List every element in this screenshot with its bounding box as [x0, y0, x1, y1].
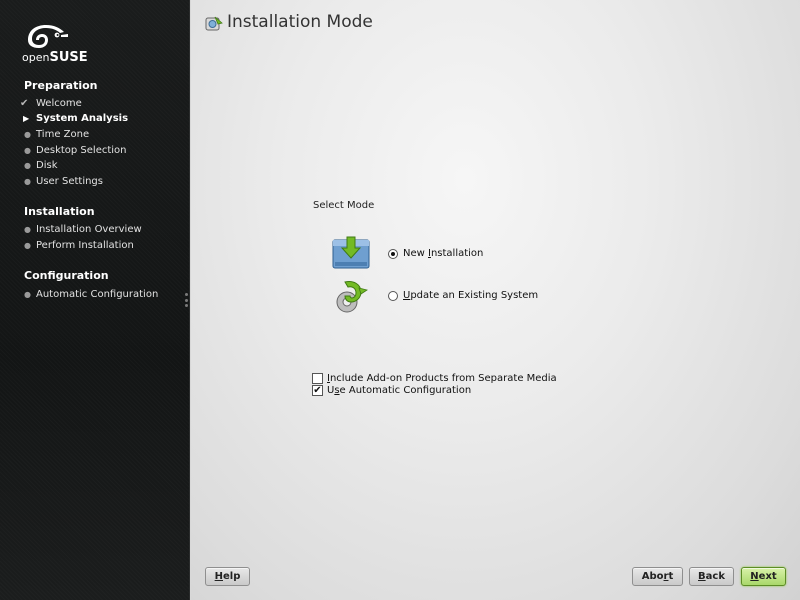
- step-label: Perform Installation: [36, 240, 134, 251]
- step-system-analysis: ▶ System Analysis: [20, 111, 185, 126]
- bullet-icon: ●: [24, 161, 31, 170]
- step-label: Desktop Selection: [36, 145, 127, 156]
- checkbox-label: Include Add-on Products from Separate Me…: [327, 373, 557, 384]
- next-button[interactable]: Next: [741, 567, 786, 586]
- checkbox-addon-products[interactable]: Include Add-on Products from Separate Me…: [312, 373, 557, 384]
- step-desktop-selection: ● Desktop Selection: [20, 143, 185, 158]
- logo-wordmark: openSUSE: [22, 50, 88, 65]
- chameleon-icon: [28, 25, 68, 48]
- checkbox-label: Use Automatic Configuration: [327, 385, 472, 396]
- checkmark-icon: ✔: [20, 98, 29, 109]
- checkbox-automatic-configuration[interactable]: ✔ Use Automatic Configuration: [312, 385, 471, 396]
- opensuse-logo: openSUSE: [20, 22, 90, 66]
- radio-update-system[interactable]: Update an Existing System: [388, 290, 538, 301]
- step-label: Disk: [36, 160, 58, 171]
- yast-installer-icon: [205, 16, 223, 31]
- bullet-icon: ●: [24, 225, 31, 234]
- sidebar-resize-handle[interactable]: [185, 293, 188, 307]
- section-title-configuration: Configuration: [24, 269, 109, 282]
- step-label: User Settings: [36, 176, 103, 187]
- step-time-zone: ● Time Zone: [20, 127, 185, 142]
- new-installation-icon: [332, 236, 370, 269]
- radio-button[interactable]: [388, 248, 398, 259]
- bullet-icon: ●: [24, 177, 31, 186]
- bullet-icon: ●: [24, 146, 31, 155]
- checkbox[interactable]: ✔: [312, 385, 323, 396]
- step-label: System Analysis: [36, 113, 129, 124]
- abort-button[interactable]: Abo r t: [632, 567, 683, 586]
- bullet-icon: ●: [24, 130, 31, 139]
- section-title-preparation: Preparation: [24, 79, 98, 92]
- step-perform-installation: ● Perform Installation: [20, 238, 185, 253]
- section-title-installation: Installation: [24, 205, 95, 218]
- step-disk: ● Disk: [20, 158, 185, 173]
- radio-new-installation[interactable]: New Installation: [388, 248, 483, 259]
- bullet-icon: ●: [24, 290, 31, 299]
- bullet-icon: ●: [24, 241, 31, 250]
- main-panel: Installation Mode Select Mode New Instal…: [191, 0, 800, 600]
- radio-label: New Installation: [403, 248, 484, 259]
- radio-button[interactable]: [388, 290, 398, 301]
- step-label: Automatic Configuration: [36, 289, 159, 300]
- checkbox[interactable]: [312, 373, 323, 384]
- step-automatic-configuration: ● Automatic Configuration: [20, 287, 185, 302]
- step-label: Installation Overview: [36, 224, 142, 235]
- arrow-right-icon: ▶: [23, 114, 30, 123]
- radio-label: Update an Existing System: [403, 290, 539, 301]
- select-mode-label: Select Mode: [313, 200, 375, 211]
- step-user-settings: ● User Settings: [20, 174, 185, 189]
- step-installation-overview: ● Installation Overview: [20, 222, 185, 237]
- page-title: Installation Mode: [227, 12, 373, 32]
- step-label: Welcome: [36, 98, 82, 109]
- help-button[interactable]: Help: [205, 567, 250, 586]
- step-welcome: ✔ Welcome: [20, 96, 185, 111]
- step-label: Time Zone: [36, 129, 90, 140]
- update-system-icon: [336, 281, 368, 313]
- sidebar: openSUSE Preparation ✔ Welcome ▶ System …: [0, 0, 190, 600]
- back-button[interactable]: Back: [689, 567, 734, 586]
